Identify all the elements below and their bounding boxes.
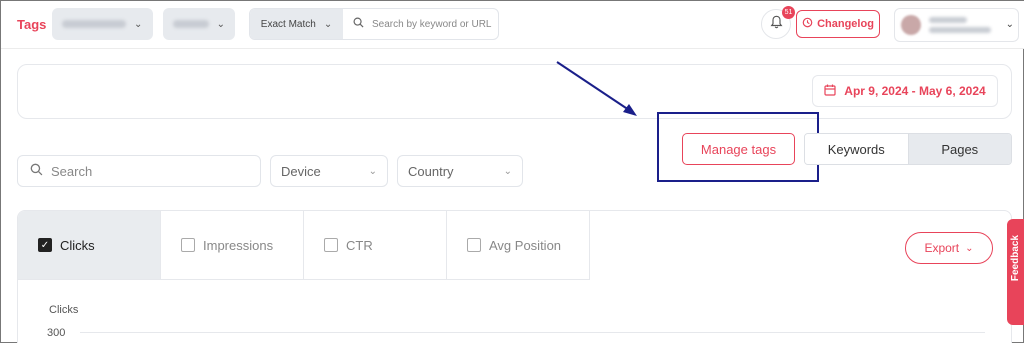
tab-keywords[interactable]: Keywords (805, 134, 909, 164)
search-placeholder: Search (51, 163, 93, 179)
checkbox-checked-icon: ✓ (38, 238, 52, 252)
metric-avg-position[interactable]: Avg Position (447, 211, 590, 280)
chart-y-tick: 300 (47, 327, 66, 339)
feedback-label: Feedback (1010, 235, 1021, 282)
metric-impressions[interactable]: Impressions (161, 211, 304, 280)
tab-pages[interactable]: Pages (908, 134, 1011, 164)
export-button[interactable]: Export ⌄ (905, 232, 993, 264)
metrics-panel: ✓ Clicks Impressions CTR Avg Position Ex… (17, 210, 1012, 343)
country-label: Country (408, 163, 454, 179)
chart-gridline (80, 332, 985, 333)
feedback-tab[interactable]: Feedback (1007, 219, 1024, 325)
chart-y-axis-title: Clicks (49, 304, 79, 316)
device-select[interactable]: Device ⌄ (270, 155, 388, 187)
metric-ctr-label: CTR (346, 237, 373, 253)
app-window: Tags ⌄ ⌄ Exact Match ⌄ Search by keyword… (0, 0, 1024, 343)
search-input[interactable]: Search (17, 155, 261, 187)
metric-clicks-label: Clicks (60, 237, 95, 253)
chevron-down-icon: ⌄ (965, 242, 974, 254)
metric-impressions-label: Impressions (203, 237, 274, 253)
annotation-highlight-box (657, 112, 819, 182)
search-icon (30, 163, 43, 179)
export-label: Export (924, 241, 960, 255)
checkbox-icon (324, 238, 338, 252)
chevron-down-icon: ⌄ (368, 165, 377, 177)
chevron-down-icon: ⌄ (503, 165, 512, 177)
checkbox-icon (181, 238, 195, 252)
metric-clicks[interactable]: ✓ Clicks (18, 211, 161, 280)
view-toggle: Keywords Pages (804, 133, 1012, 165)
country-select[interactable]: Country ⌄ (397, 155, 523, 187)
metric-avg-position-label: Avg Position (489, 237, 562, 253)
checkbox-icon (467, 238, 481, 252)
metric-ctr[interactable]: CTR (304, 211, 447, 280)
device-label: Device (281, 163, 321, 179)
